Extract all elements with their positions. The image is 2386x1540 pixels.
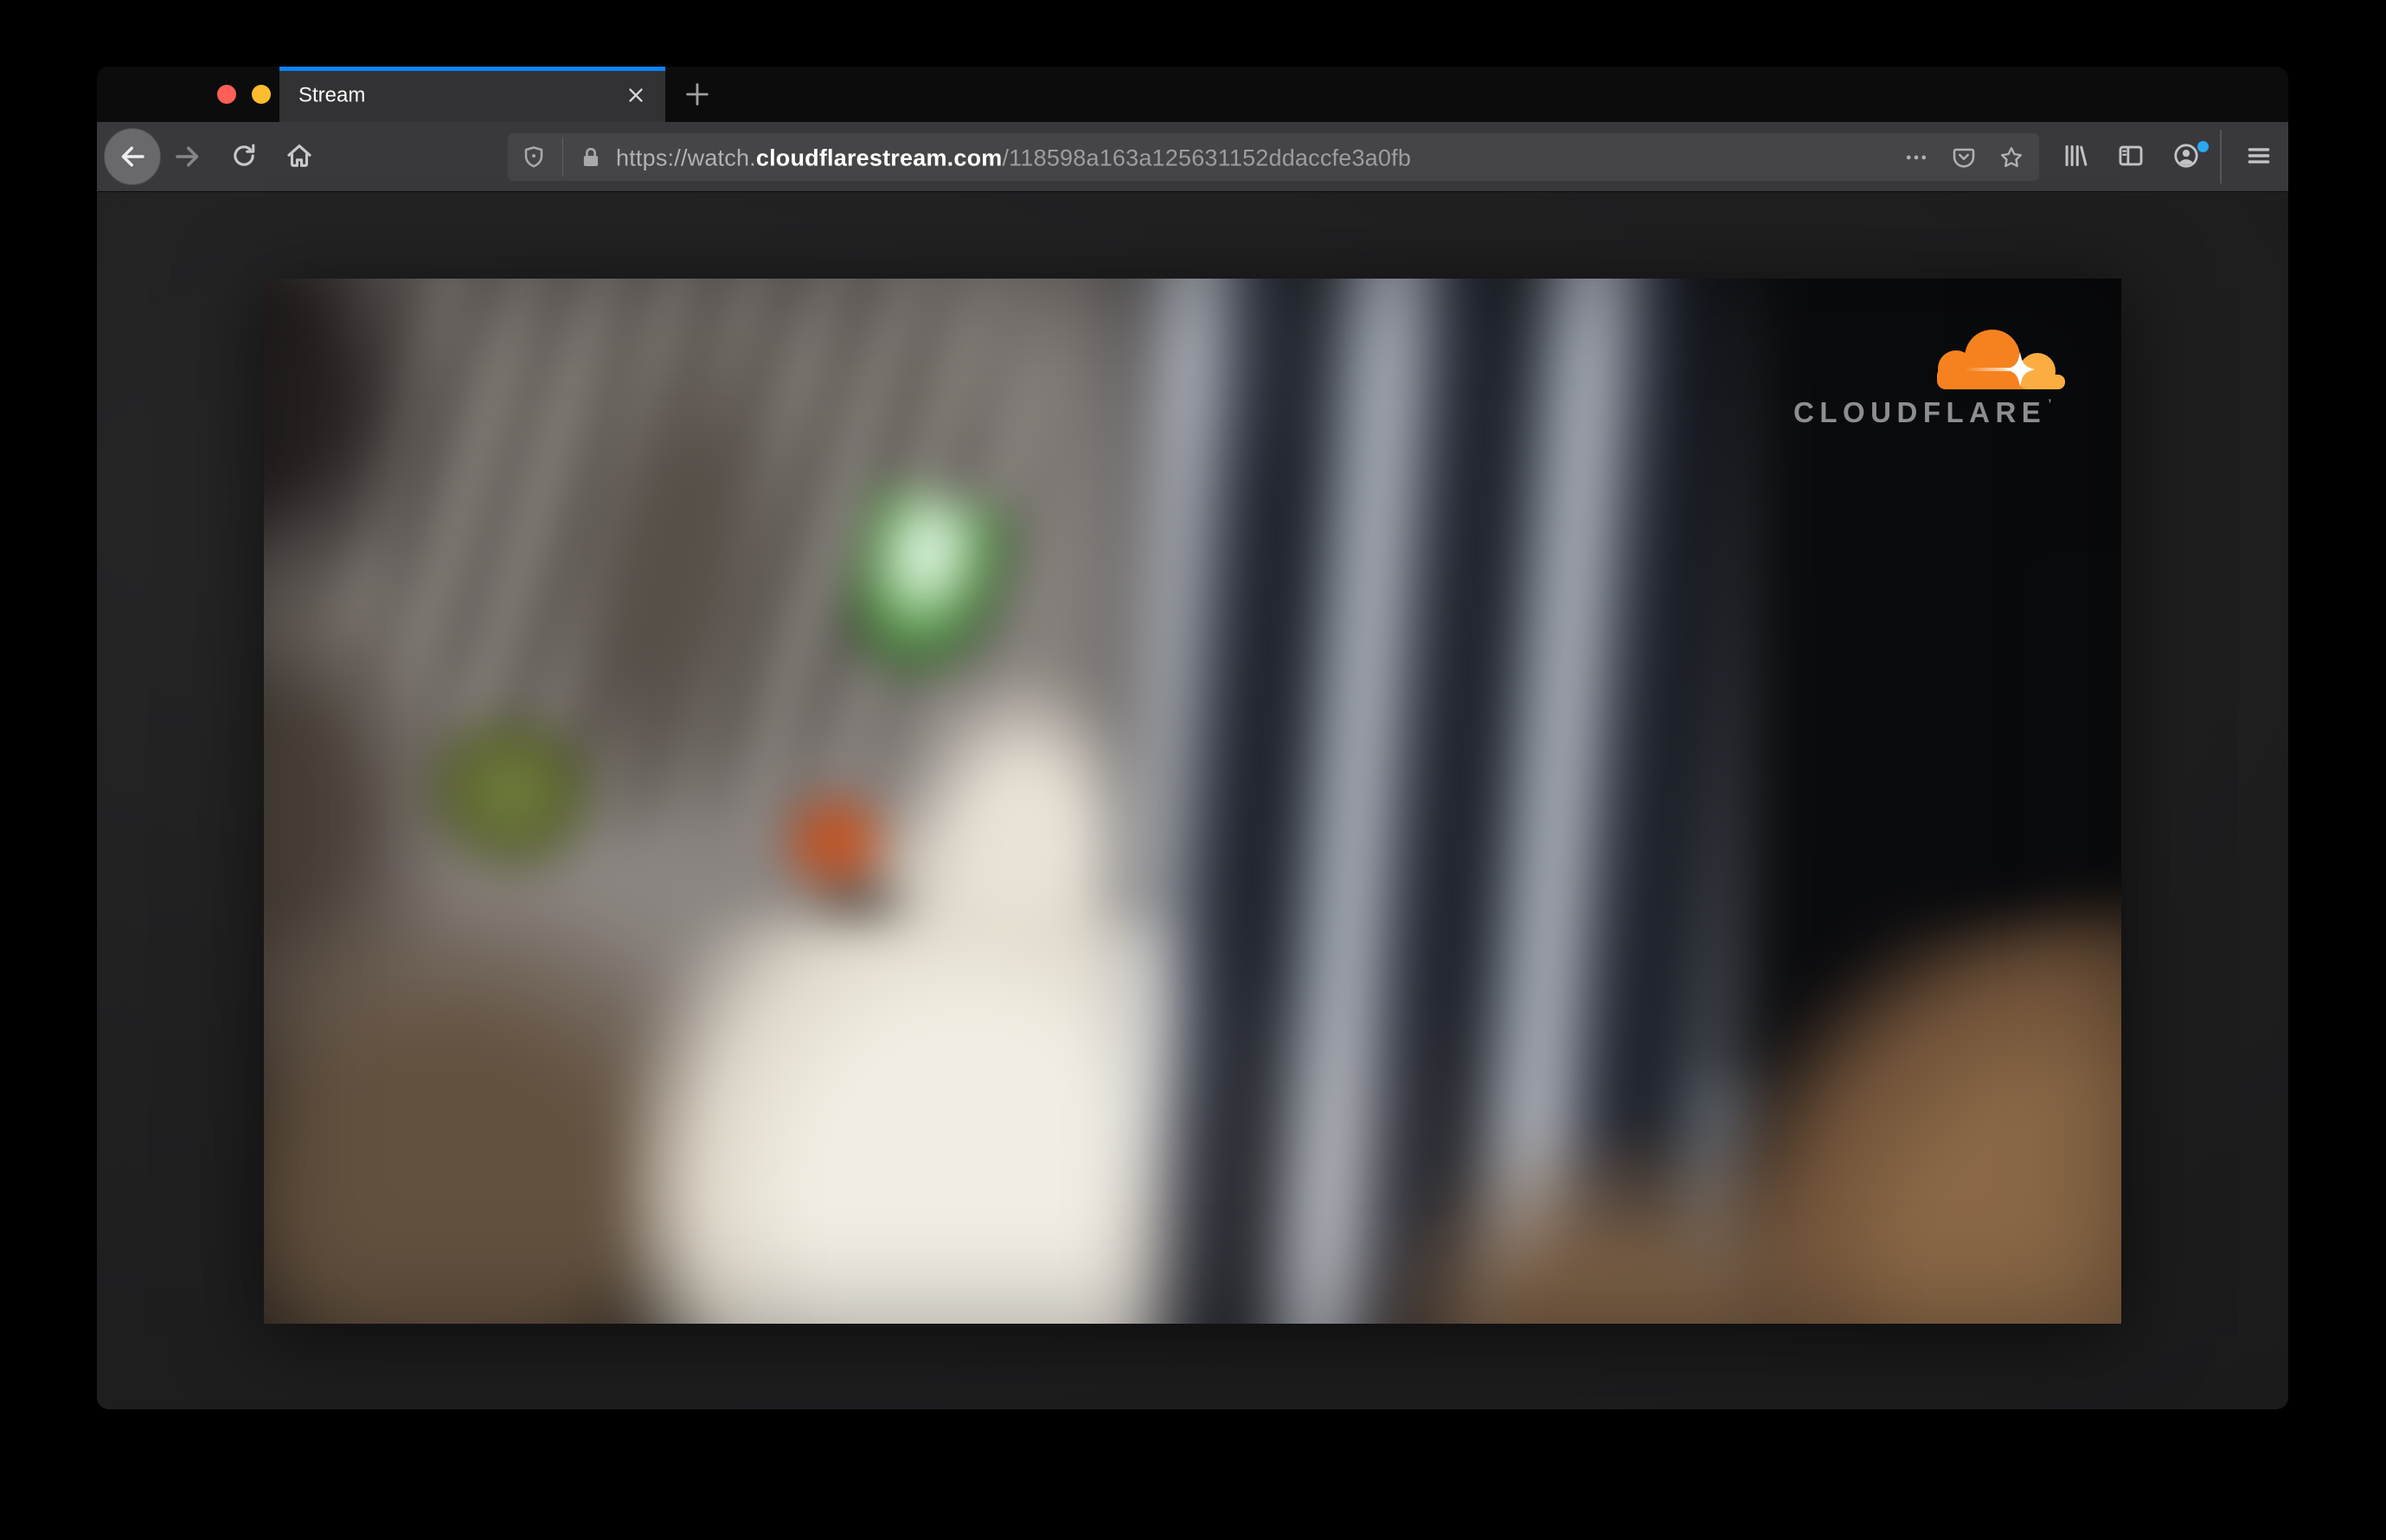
close-window-button[interactable] xyxy=(217,85,236,104)
video-player[interactable]: CLOUDFLARE’ xyxy=(264,279,2121,1324)
minimize-window-button[interactable] xyxy=(252,85,271,104)
tab-close-icon[interactable] xyxy=(625,84,647,106)
url-domain: cloudflarestream.com xyxy=(755,144,1003,170)
url-path: /118598a163a125631152ddaccfe3a0fb xyxy=(1002,144,1412,170)
active-tab-indicator xyxy=(279,67,665,71)
browser-window: Stream https://watch.cloudflarestream.co… xyxy=(97,67,2288,1409)
video-vignette xyxy=(264,279,2121,1324)
tab-stream[interactable]: Stream xyxy=(279,67,665,122)
sidebar-toggle-icon[interactable] xyxy=(2116,141,2147,172)
pocket-icon[interactable] xyxy=(1951,144,1977,170)
new-tab-button[interactable] xyxy=(683,80,712,109)
bookmark-star-icon[interactable] xyxy=(1998,144,2024,170)
back-icon xyxy=(117,141,148,172)
url-bar[interactable]: https://watch.cloudflarestream.com/11859… xyxy=(508,133,2039,181)
cloudflare-watermark: CLOUDFLARE’ xyxy=(1793,329,2070,428)
menu-hamburger-icon[interactable] xyxy=(2244,141,2275,172)
url-bar-divider xyxy=(562,138,563,176)
account-notification-badge xyxy=(2197,141,2209,152)
tab-title: Stream xyxy=(298,83,366,107)
reload-button[interactable] xyxy=(229,141,260,172)
cloudflare-wordmark: CLOUDFLARE’ xyxy=(1793,396,2052,428)
tracking-protection-shield-icon[interactable] xyxy=(521,144,547,170)
toolbar-divider xyxy=(2220,130,2222,183)
tab-bar: Stream xyxy=(97,67,2288,122)
library-icon[interactable] xyxy=(2061,141,2092,172)
forward-button[interactable] xyxy=(172,141,203,172)
page-actions-icon[interactable] xyxy=(1903,144,1929,170)
lock-icon[interactable] xyxy=(578,144,604,170)
home-button[interactable] xyxy=(285,141,316,172)
navigation-toolbar: https://watch.cloudflarestream.com/11859… xyxy=(97,122,2288,192)
cloudflare-cloud-icon xyxy=(1930,329,2067,391)
trademark-mark: ’ xyxy=(2048,396,2052,410)
desktop-background: Stream https://watch.cloudflarestream.co… xyxy=(0,0,2386,1540)
url-scheme-host: https://watch. xyxy=(616,144,756,170)
back-button[interactable] xyxy=(104,128,161,185)
url-text: https://watch.cloudflarestream.com/11859… xyxy=(616,144,1411,171)
page-content: CLOUDFLARE’ xyxy=(97,192,2288,1409)
